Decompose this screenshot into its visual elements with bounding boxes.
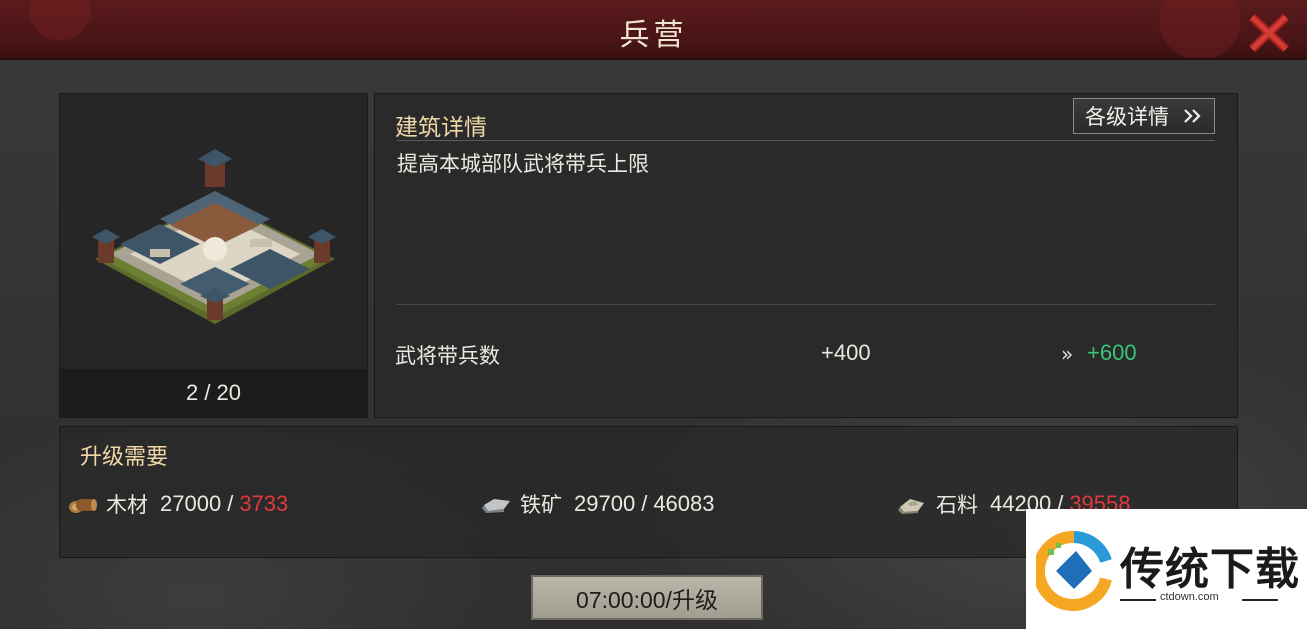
double-chevron-right-icon: » — [1061, 342, 1074, 366]
upgrade-button[interactable]: 07:00:00/升级 — [531, 575, 763, 620]
stat-current-value: +400 — [821, 340, 871, 365]
divider — [1242, 599, 1278, 601]
divider — [397, 140, 1215, 141]
resource-iron: 铁矿 29700 / 46083 — [480, 489, 715, 519]
stat-next-value: +600 — [1087, 340, 1137, 365]
watermark-text: 传统下载 — [1120, 544, 1300, 595]
building-level: 2 / 20 — [60, 369, 367, 417]
building-description: 提高本城部队武将带兵上限 — [397, 152, 649, 176]
detail-heading: 建筑详情 — [395, 115, 487, 141]
requirements-heading: 升级需要 — [80, 445, 169, 470]
watermark: 传统下载 ctdown.com — [1026, 509, 1307, 629]
level-details-label: 各级详情 — [1085, 105, 1169, 129]
watermark-logo — [1036, 531, 1112, 611]
iron-icon — [482, 499, 510, 513]
title-bar: 兵营 — [0, 0, 1307, 60]
divider — [1120, 599, 1156, 601]
double-chevron-right-icon — [1184, 109, 1201, 123]
building-image-panel: 2 / 20 — [59, 93, 368, 418]
divider — [397, 304, 1215, 305]
building-detail-panel: 建筑详情 各级详情 提高本城部队武将带兵上限 武将带兵数 +400 » +600 — [374, 93, 1238, 418]
page-title: 兵营 — [619, 18, 688, 53]
barracks-image — [92, 149, 336, 324]
close-button[interactable] — [1246, 10, 1292, 56]
resource-wood: 木材 27000 / 3733 — [66, 489, 288, 519]
wood-icon — [69, 499, 97, 513]
level-details-button[interactable]: 各级详情 — [1073, 98, 1215, 134]
stat-label: 武将带兵数 — [395, 344, 500, 368]
watermark-subtext: ctdown.com — [1160, 591, 1219, 603]
close-icon — [1248, 13, 1290, 53]
stone-icon — [898, 499, 924, 514]
